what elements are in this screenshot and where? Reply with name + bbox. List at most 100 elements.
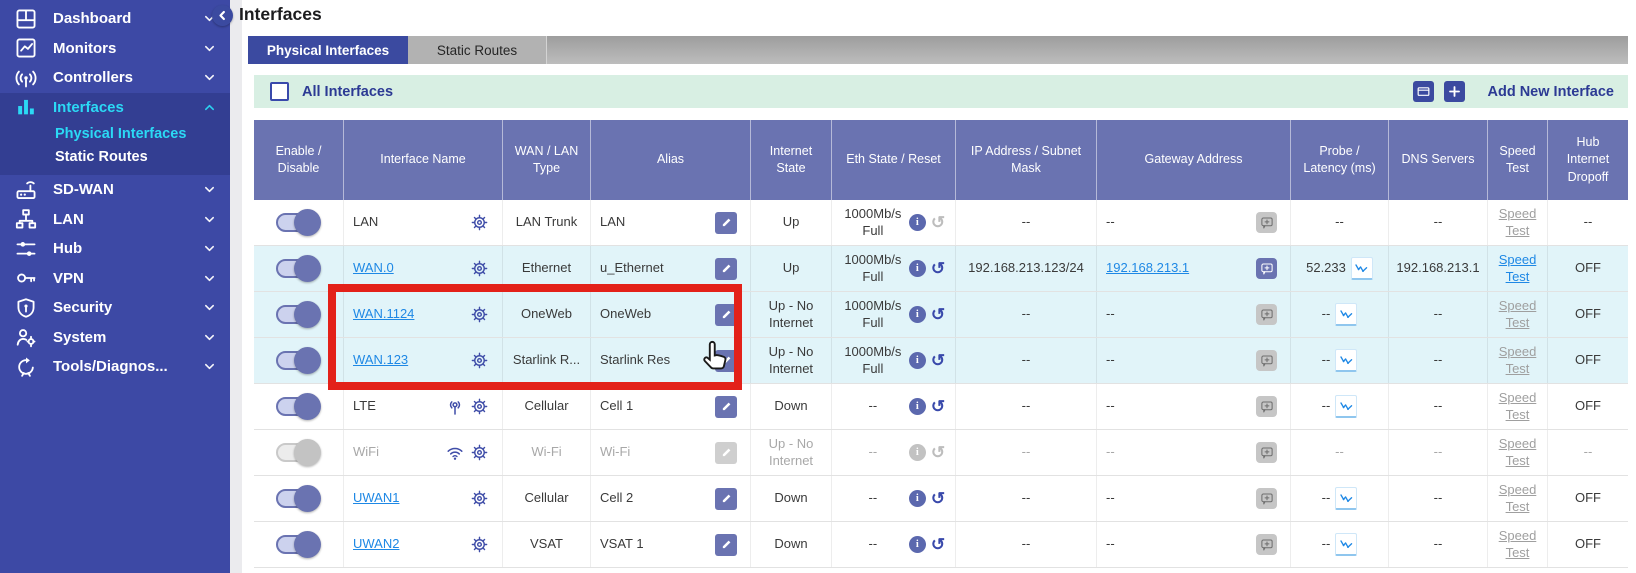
edit-alias-button[interactable] <box>715 396 737 418</box>
sidebar-item-tools-diagnos-[interactable]: Tools/Diagnos... <box>0 352 230 382</box>
edit-alias-button[interactable] <box>715 258 737 280</box>
name-cell-icons <box>446 443 489 462</box>
settings-gear-icon[interactable] <box>470 305 489 324</box>
internet-state-cell: Up - No Internet <box>751 430 832 475</box>
add-new-interface-label[interactable]: Add New Interface <box>1488 84 1615 100</box>
settings-gear-icon[interactable] <box>470 213 489 232</box>
eth-state-cell: --i↺ <box>832 430 956 475</box>
enable-toggle[interactable] <box>276 535 313 554</box>
reset-icon[interactable]: ↺ <box>931 306 945 323</box>
reset-icon[interactable]: ↺ <box>931 398 945 415</box>
enable-toggle[interactable] <box>276 351 313 370</box>
sidebar-item-label: Monitors <box>53 40 203 57</box>
sidebar-item-controllers[interactable]: Controllers <box>0 63 230 93</box>
interface-name-link[interactable]: WAN.123 <box>353 352 408 368</box>
settings-gear-icon[interactable] <box>470 259 489 278</box>
gateway-address-link[interactable]: 192.168.213.1 <box>1106 260 1189 276</box>
edit-alias-button[interactable] <box>715 350 737 372</box>
add-interface-button[interactable] <box>1444 81 1465 102</box>
enable-toggle[interactable] <box>276 305 313 324</box>
info-icon[interactable]: i <box>909 536 926 553</box>
export-view-button[interactable] <box>1413 81 1434 102</box>
interface-name-cell: UWAN1 <box>344 476 503 521</box>
sidebar-scrollbar[interactable] <box>230 0 242 573</box>
settings-gear-icon[interactable] <box>470 397 489 416</box>
alias-cell: Starlink Res <box>591 338 751 383</box>
sidebar-item-hub[interactable]: Hub <box>0 234 230 264</box>
latency-chart-icon[interactable] <box>1335 349 1357 372</box>
sidebar-item-security[interactable]: Security <box>0 293 230 323</box>
tab-physical-interfaces[interactable]: Physical Interfaces <box>248 36 408 64</box>
internet-state-cell: Up - No Internet <box>751 338 832 383</box>
info-icon[interactable]: i <box>909 214 926 231</box>
vpn-icon <box>15 267 37 289</box>
edit-alias-button[interactable] <box>715 534 737 556</box>
enable-toggle[interactable] <box>276 443 313 462</box>
interface-name-link[interactable]: UWAN2 <box>353 536 399 552</box>
sidebar-item-vpn[interactable]: VPN <box>0 264 230 294</box>
info-icon[interactable]: i <box>909 398 926 415</box>
gateway-address-cell: -- <box>1097 384 1291 429</box>
latency-chart-icon[interactable] <box>1351 257 1373 280</box>
latency-chart-icon[interactable] <box>1335 533 1357 556</box>
sidebar-item-system[interactable]: System <box>0 323 230 353</box>
edit-alias-button[interactable] <box>715 304 737 326</box>
dashboard-icon <box>15 8 37 30</box>
all-interfaces-checkbox[interactable] <box>270 82 289 101</box>
enable-toggle[interactable] <box>276 489 313 508</box>
edit-alias-button[interactable] <box>715 442 737 464</box>
probe-latency-cell: 52.233 <box>1291 246 1389 291</box>
ping-gateway-icon[interactable] <box>1256 258 1277 279</box>
folder-icon <box>1416 84 1431 99</box>
alias-text: Cell 2 <box>600 490 633 506</box>
interfaces-table: Enable / DisableInterface NameWAN / LAN … <box>254 120 1628 568</box>
latency-chart-icon[interactable] <box>1335 487 1357 510</box>
gateway-address-text: -- <box>1106 306 1115 322</box>
settings-gear-icon[interactable] <box>470 443 489 462</box>
latency-chart-icon[interactable] <box>1335 303 1357 326</box>
column-header-11: Hub Internet Dropoff <box>1548 120 1628 200</box>
sidebar-item-dashboard[interactable]: Dashboard <box>0 4 230 34</box>
settings-gear-icon[interactable] <box>470 351 489 370</box>
info-icon[interactable]: i <box>909 444 926 461</box>
speed-test-link[interactable]: Speed Test <box>1495 252 1541 285</box>
sidebar-item-sd-wan[interactable]: SD-WAN <box>0 175 230 205</box>
interface-name-link[interactable]: WAN.0 <box>353 260 394 276</box>
edit-alias-button[interactable] <box>715 212 737 234</box>
collapse-sidebar-button[interactable] <box>212 5 233 26</box>
chevron-down-icon <box>203 301 216 314</box>
ip-address-cell: -- <box>956 476 1097 521</box>
reset-icon[interactable]: ↺ <box>931 260 945 277</box>
tab-static-routes[interactable]: Static Routes <box>408 36 547 64</box>
reset-icon[interactable]: ↺ <box>931 536 945 553</box>
settings-gear-icon[interactable] <box>470 535 489 554</box>
latency-chart-icon[interactable] <box>1335 395 1357 418</box>
alias-cell: u_Ethernet <box>591 246 751 291</box>
sidebar-item-interfaces[interactable]: Interfaces <box>0 93 230 123</box>
enable-toggle[interactable] <box>276 259 313 278</box>
enable-toggle[interactable] <box>276 213 313 232</box>
interface-name-link[interactable]: UWAN1 <box>353 490 399 506</box>
sidebar-subitem-physical-interfaces[interactable]: Physical Interfaces <box>0 122 230 145</box>
enable-disable-cell <box>254 522 344 567</box>
enable-toggle[interactable] <box>276 397 313 416</box>
interface-name: LAN <box>353 214 378 230</box>
eth-state-cell: 1000Mb/s Fulli↺ <box>832 292 956 337</box>
reset-icon[interactable]: ↺ <box>931 490 945 507</box>
eth-state-cell: 1000Mb/s Fulli↺ <box>832 338 956 383</box>
info-icon[interactable]: i <box>909 260 926 277</box>
sidebar-item-lan[interactable]: LAN <box>0 205 230 235</box>
interface-name-link[interactable]: WAN.1124 <box>353 306 414 322</box>
sidebar-item-monitors[interactable]: Monitors <box>0 34 230 64</box>
speed-test-link: Speed Test <box>1495 298 1541 331</box>
info-icon[interactable]: i <box>909 352 926 369</box>
edit-alias-button[interactable] <box>715 488 737 510</box>
settings-gear-icon[interactable] <box>470 489 489 508</box>
info-icon[interactable]: i <box>909 306 926 323</box>
sidebar-subitem-static-routes[interactable]: Static Routes <box>0 145 230 168</box>
reset-icon[interactable]: ↺ <box>931 352 945 369</box>
hub-internet-dropoff-cell: OFF <box>1548 338 1628 383</box>
ping-gateway-icon <box>1256 350 1277 371</box>
info-icon[interactable]: i <box>909 490 926 507</box>
internet-state-cell: Down <box>751 476 832 521</box>
